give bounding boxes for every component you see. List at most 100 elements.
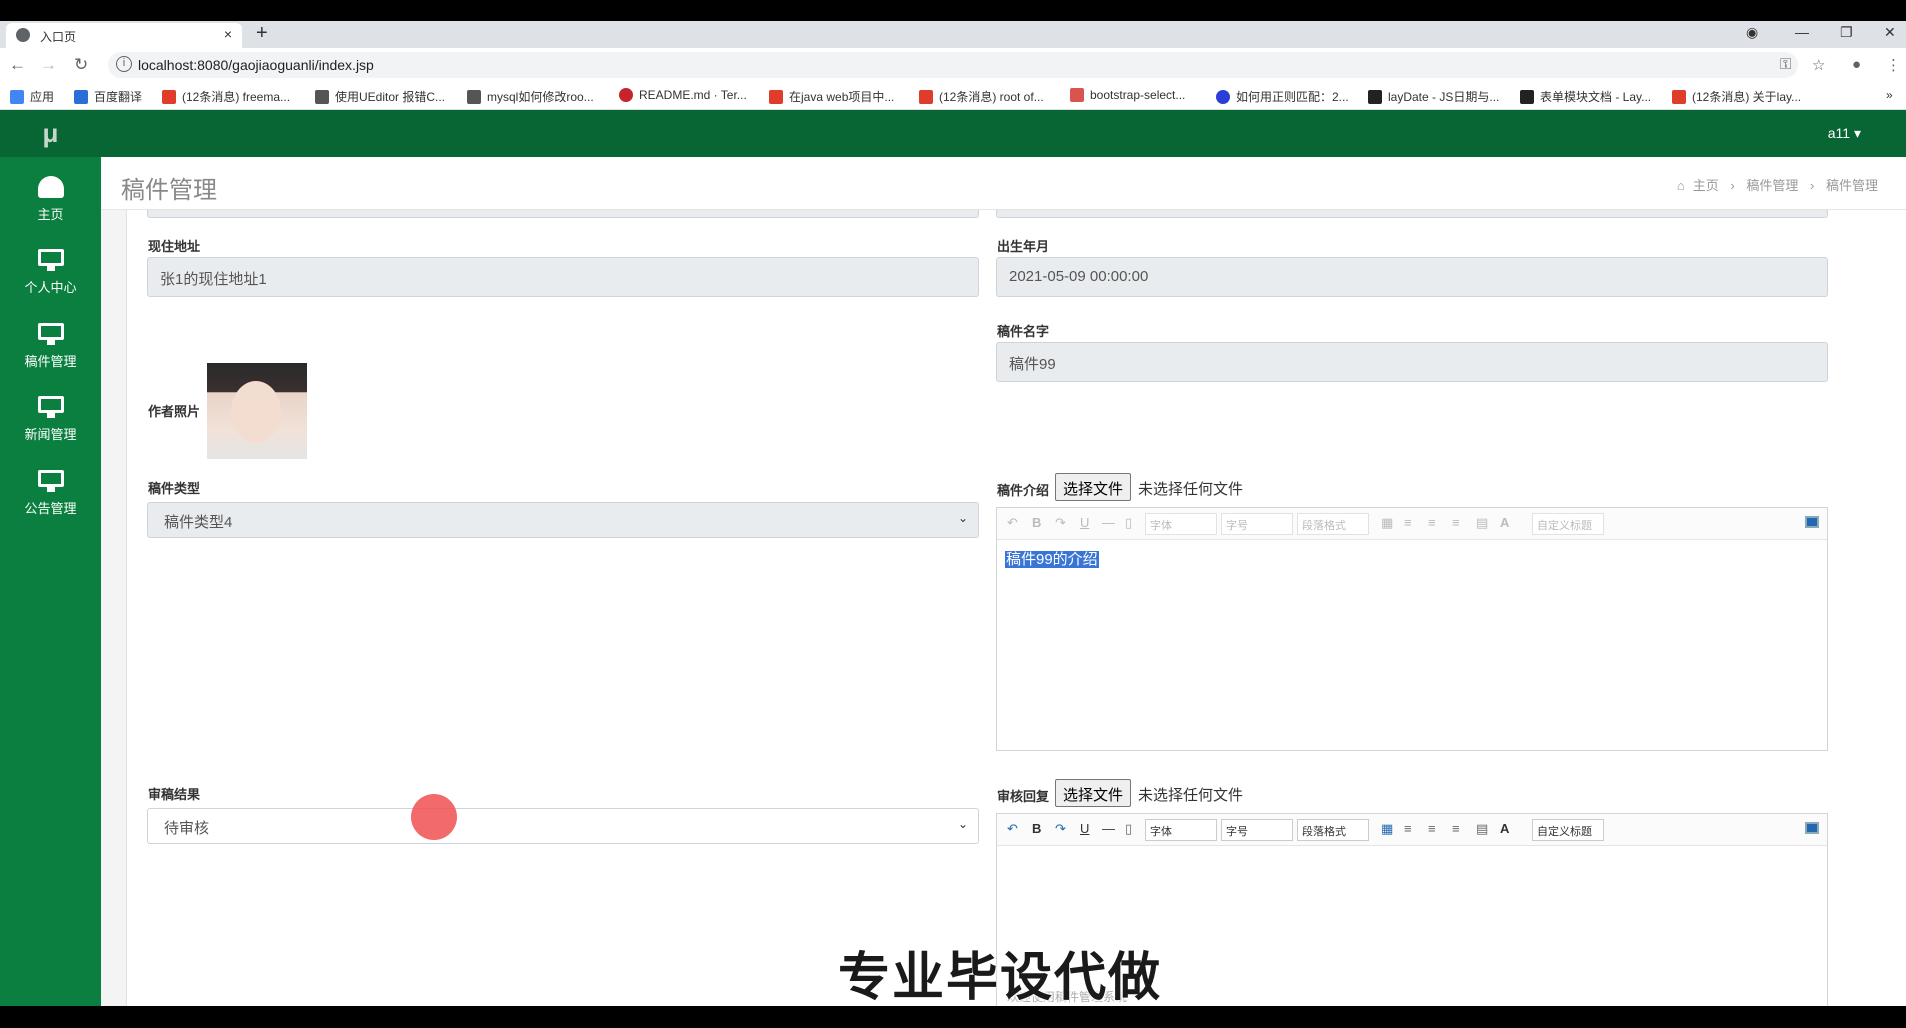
justify-icon[interactable]: ▤ [1476,821,1488,837]
bookmark-favicon-icon [162,90,176,104]
redo-icon[interactable]: ↷ [1055,515,1066,531]
bookmark-item[interactable]: 在java web项目中... [769,88,894,105]
sidebar-item-label: 个人中心 [24,280,77,295]
align-right-icon[interactable]: ≡ [1452,515,1460,530]
restore-icon[interactable]: ❐ [1840,24,1853,41]
user-menu[interactable]: a11 ▾ [1828,125,1861,142]
intro-label: 稿件介绍 [997,483,1050,498]
align-left-icon[interactable]: ≡ [1404,821,1412,836]
key-icon[interactable]: ⚿ [1780,56,1791,73]
info-icon[interactable]: i [116,56,132,72]
fullscreen-icon[interactable] [1805,516,1819,528]
intro-content: 稿件99的介绍 [1005,551,1099,568]
new-tab-button[interactable]: + [256,22,268,45]
page-icon[interactable]: ▯ [1125,515,1132,531]
bookmark-item[interactable]: mysql如何修改roo... [467,88,594,105]
tab-close-button[interactable]: × [224,26,232,42]
star-icon[interactable]: ☆ [1812,56,1825,74]
breadcrumb-home[interactable]: 主页 [1693,178,1719,193]
undo-icon[interactable]: ↶ [1007,515,1018,531]
font-select[interactable]: 字体 [1145,513,1217,535]
sidebar-item-label: 稿件管理 [24,354,77,369]
horizontal-rule-icon[interactable]: — [1102,821,1115,836]
bookmark-item[interactable]: (12条消息) root of... [919,88,1044,105]
horizontal-rule-icon[interactable]: — [1102,515,1115,530]
sidebar-item-profile[interactable]: 个人中心 [0,239,101,309]
bold-icon[interactable]: B [1032,821,1041,836]
custom-title-select[interactable]: 自定义标题 [1532,513,1604,535]
birth-label: 出生年月 [997,239,1050,254]
bookmarks-more-button[interactable]: » [1886,88,1893,102]
underline-icon[interactable]: U [1080,821,1089,836]
profile-dropdown-icon[interactable]: ◉ [1746,24,1758,41]
custom-title-select[interactable]: 自定义标题 [1532,819,1604,841]
bold-icon[interactable]: B [1032,515,1041,530]
underline-icon[interactable]: U [1080,515,1089,530]
type-select[interactable]: 稿件类型4 ⌄ [147,502,979,538]
align-center-icon[interactable]: ≡ [1428,821,1436,836]
intro-file-button[interactable]: 选择文件 [1055,473,1132,501]
align-center-icon[interactable]: ≡ [1428,515,1436,530]
bookmarks-bar: 应用 百度翻译 (12条消息) freema... 使用UEditor 报错C.… [0,82,1906,110]
logo[interactable]: μ [0,110,101,157]
fullscreen-icon[interactable] [1805,822,1819,834]
manuscript-name-field[interactable]: 稿件99 [996,342,1828,382]
font-color-icon[interactable]: A [1500,515,1509,530]
table-icon[interactable]: ▦ [1381,821,1393,837]
reply-file-status: 未选择任何文件 [1138,787,1244,804]
browser-tab[interactable]: 入口页 × [6,23,242,48]
bookmark-item[interactable]: layDate - JS日期与... [1368,88,1499,105]
account-icon[interactable]: ● [1852,56,1861,73]
reload-icon[interactable]: ↻ [74,55,88,75]
align-right-icon[interactable]: ≡ [1452,821,1460,836]
url-field[interactable]: i localhost:8080/gaojiaoguanli/index.jsp [108,52,1798,78]
sidebar-item-label: 主页 [37,207,64,222]
back-icon[interactable]: ← [9,55,26,75]
previous-field[interactable] [147,210,979,218]
font-color-icon[interactable]: A [1500,821,1509,836]
type-label: 稿件类型 [148,481,201,496]
paragraph-select[interactable]: 段落格式 [1297,513,1369,535]
bookmark-item[interactable]: bootstrap-select... [1070,88,1185,102]
bookmark-item[interactable]: (12条消息) 关于lay... [1672,88,1801,105]
redo-icon[interactable]: ↷ [1055,821,1066,837]
undo-icon[interactable]: ↶ [1007,821,1018,837]
sidebar-item-manuscripts[interactable]: 稿件管理 [0,313,101,383]
home-icon: ⌂ [1676,178,1685,193]
manuscript-name-label: 稿件名字 [997,324,1050,339]
page-icon[interactable]: ▯ [1125,821,1132,837]
sidebar-item-notices[interactable]: 公告管理 [0,460,101,530]
bookmark-apps[interactable]: 应用 [10,88,54,105]
minimize-icon[interactable]: — [1795,24,1809,40]
bookmark-item[interactable]: 如何用正则匹配：2... [1216,88,1349,105]
forward-icon[interactable]: → [40,55,57,75]
size-select[interactable]: 字号 [1221,513,1293,535]
window-close-icon[interactable]: ✕ [1884,24,1896,41]
bookmark-item[interactable]: 百度翻译 [74,88,142,105]
sidebar-item-label: 新闻管理 [24,427,77,442]
size-select[interactable]: 字号 [1221,819,1293,841]
breadcrumb-level1[interactable]: 稿件管理 [1746,178,1798,193]
previous-field[interactable] [996,210,1828,218]
sidebar-item-home[interactable]: 主页 [0,166,101,236]
intro-editor-body[interactable]: 稿件99的介绍 [1005,548,1099,569]
reply-label: 审核回复 [997,789,1050,804]
table-icon[interactable]: ▦ [1381,515,1393,531]
result-select-value: 待审核 [164,820,210,837]
bookmark-item[interactable]: 使用UEditor 报错C... [315,88,445,105]
bookmark-item[interactable]: (12条消息) freema... [162,88,290,105]
reply-file-button[interactable]: 选择文件 [1055,779,1132,807]
paragraph-select[interactable]: 段落格式 [1297,819,1369,841]
result-select[interactable]: 待审核 ⌄ [147,808,979,844]
justify-icon[interactable]: ▤ [1476,515,1488,531]
font-select[interactable]: 字体 [1145,819,1217,841]
bookmark-item[interactable]: 表单模块文档 - Lay... [1520,88,1651,105]
birth-field[interactable]: 2021-05-09 00:00:00 [996,257,1828,297]
sidebar-item-news[interactable]: 新闻管理 [0,386,101,456]
intro-file-status: 未选择任何文件 [1138,481,1244,498]
intro-editor[interactable]: ↶ B ↷ U — ▯ 字体 字号 段落格式 ▦ ≡ ≡ ≡ ▤ A 自定义标题 [996,507,1828,751]
align-left-icon[interactable]: ≡ [1404,515,1412,530]
bookmark-item[interactable]: README.md · Ter... [619,88,747,102]
menu-dots-icon[interactable]: ⋮ [1886,56,1901,74]
address-field[interactable]: 张1的现住地址1 [147,257,979,297]
